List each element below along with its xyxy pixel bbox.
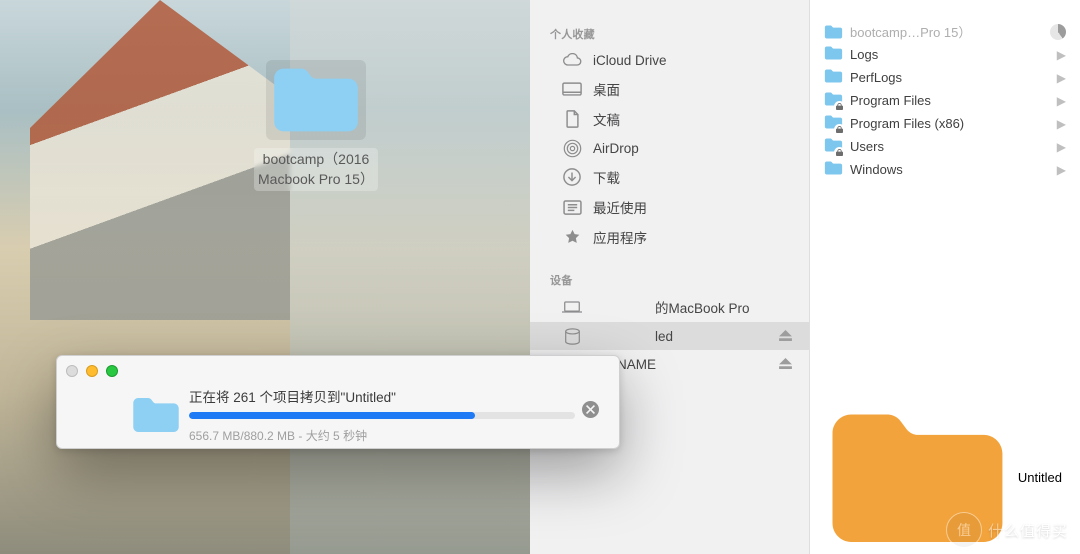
lock-icon xyxy=(834,124,845,135)
sidebar-item-label: Life xyxy=(593,425,793,440)
finder-column: bootcamp…Pro 15） Logs ▶ PerfLogs ▶ Progr… xyxy=(810,0,1080,554)
chevron-right-icon: ▶ xyxy=(1057,48,1066,62)
sidebar-section-favorites: 个人收藏 xyxy=(530,20,809,46)
folder-icon xyxy=(266,60,366,140)
folder-label: Logs xyxy=(850,47,1050,62)
watermark-badge: 值 xyxy=(946,512,982,548)
folder-row[interactable]: Program Files ▶ xyxy=(810,89,1080,112)
folder-label: bootcamp…Pro 15） xyxy=(850,22,1043,41)
lock-icon xyxy=(834,101,845,112)
copy-progress-window: 正在将 261 个项目拷贝到"Untitled" 656.7 MB/880.2 … xyxy=(56,355,620,449)
copy-subtitle: 656.7 MB/880.2 MB - 大约 5 秒钟 xyxy=(189,427,575,444)
close-window-button[interactable] xyxy=(66,365,78,377)
folder-label: Windows xyxy=(850,162,1050,177)
desktop-folder[interactable]: bootcamp（2016 Macbook Pro 15） xyxy=(216,60,416,191)
folder-label: Program Files (x86) xyxy=(850,116,1050,131)
chevron-right-icon: ▶ xyxy=(1057,71,1066,85)
chevron-right-icon: ▶ xyxy=(1057,163,1066,177)
sidebar-item-label: 桌面 xyxy=(593,79,793,99)
recent-icon xyxy=(562,198,582,216)
cloud-icon xyxy=(562,51,582,69)
chevron-right-icon: ▶ xyxy=(1057,117,1066,131)
folder-row[interactable]: Users ▶ xyxy=(810,135,1080,158)
sidebar-item-label: AirDrop xyxy=(593,141,793,156)
desktop-icon xyxy=(562,80,582,98)
sidebar-item-label: iCloud Drive xyxy=(593,53,793,68)
sidebar-item-desktop[interactable]: 桌面 xyxy=(530,74,809,104)
chevron-right-icon: ▶ xyxy=(1057,140,1066,154)
lock-icon xyxy=(834,147,845,158)
folder-label: Untitled xyxy=(1018,470,1062,485)
sidebar-item-label: 最近使用 xyxy=(593,197,793,217)
sidebar-item-label: led xyxy=(593,329,768,344)
sidebar-item-untitled-disk[interactable]: led xyxy=(530,322,809,350)
document-icon xyxy=(562,110,582,128)
minimize-window-button[interactable] xyxy=(86,365,98,377)
sidebar-item-label: 文稿 xyxy=(593,109,793,129)
copy-title: 正在将 261 个项目拷贝到"Untitled" xyxy=(189,386,575,406)
folder-row[interactable]: Program Files (x86) ▶ xyxy=(810,112,1080,135)
finder-window: 个人收藏 iCloud Drive 桌面 文稿 AirDrop 下载 最近使用 … xyxy=(530,0,1080,554)
eject-icon[interactable] xyxy=(779,356,793,372)
progress-pie-icon xyxy=(1050,24,1066,40)
sidebar-section-devices: 设备 xyxy=(530,266,809,292)
sidebar-item-airdrop[interactable]: AirDrop xyxy=(530,134,809,162)
desktop-folder-label: bootcamp（2016 Macbook Pro 15） xyxy=(254,148,378,191)
sidebar-item-downloads[interactable]: 下载 xyxy=(530,162,809,192)
computer-icon xyxy=(562,298,582,316)
zoom-window-button[interactable] xyxy=(106,365,118,377)
column-parent-folder[interactable]: bootcamp…Pro 15） xyxy=(810,20,1080,43)
sidebar-item-label: 的MacBook Pro xyxy=(593,297,793,317)
sidebar-item-label: 下载 xyxy=(593,167,793,187)
folder-row[interactable]: Logs ▶ xyxy=(810,43,1080,66)
watermark-text: 什么值得买 xyxy=(988,520,1068,541)
eject-icon[interactable] xyxy=(779,328,793,344)
sidebar-item-recent[interactable]: 最近使用 xyxy=(530,192,809,222)
folder-row[interactable]: Windows ▶ xyxy=(810,158,1080,181)
sidebar-item-macbook[interactable]: 的MacBook Pro xyxy=(530,292,809,322)
folder-icon xyxy=(131,394,181,436)
download-icon xyxy=(562,168,582,186)
window-traffic-lights xyxy=(66,365,118,377)
disk-icon xyxy=(562,327,582,345)
applications-icon xyxy=(562,228,582,246)
folder-row[interactable]: PerfLogs ▶ xyxy=(810,66,1080,89)
sidebar-item-documents[interactable]: 文稿 xyxy=(530,104,809,134)
cancel-copy-button[interactable] xyxy=(582,401,599,418)
sidebar-item-label: 应用程序 xyxy=(593,227,793,247)
chevron-right-icon: ▶ xyxy=(1057,94,1066,108)
sidebar-item-icloud[interactable]: iCloud Drive xyxy=(530,46,809,74)
folder-label: Program Files xyxy=(850,93,1050,108)
watermark: 值 什么值得买 xyxy=(946,512,1068,548)
folder-label: PerfLogs xyxy=(850,70,1050,85)
airdrop-icon xyxy=(562,139,582,157)
sidebar-item-applications[interactable]: 应用程序 xyxy=(530,222,809,252)
copy-progress-bar xyxy=(189,412,575,419)
finder-sidebar: 个人收藏 iCloud Drive 桌面 文稿 AirDrop 下载 最近使用 … xyxy=(530,0,810,554)
folder-label: Users xyxy=(850,139,1050,154)
